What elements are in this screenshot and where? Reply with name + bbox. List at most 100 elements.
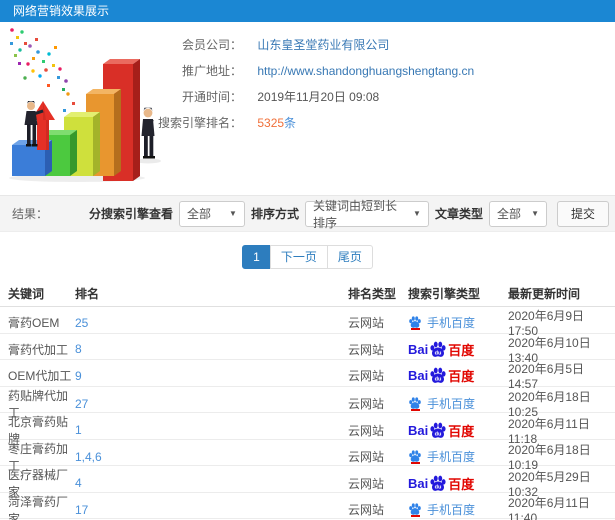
- chevron-down-icon: ▼: [229, 209, 237, 218]
- mobile-baidu-label: 手机百度: [427, 503, 476, 517]
- table-header-row: 关键词 排名 排名类型 搜索引擎类型 最新更新时间: [0, 280, 615, 307]
- submit-button[interactable]: 提交: [556, 200, 609, 227]
- mobile-baidu-paw-icon: [408, 502, 422, 517]
- baidu-logo-cn: 百度: [448, 369, 475, 384]
- updated-cell: 2020年6月5日 14:57: [508, 362, 585, 391]
- mobile-baidu-label: 手机百度: [427, 316, 476, 330]
- rank-type-cell: 云网站: [348, 369, 385, 383]
- engine-cell: 手机百度: [408, 314, 508, 331]
- member-info-section: 会员公司： 山东皇圣堂药业有限公司 推广地址： http://www.shand…: [0, 22, 615, 195]
- last-page-button[interactable]: 尾页: [326, 245, 373, 269]
- mobile-baidu-label: 手机百度: [427, 450, 476, 464]
- engine-cell: Bai du 百度: [408, 474, 508, 493]
- mobile-baidu-paw-icon: [408, 449, 422, 464]
- mobile-baidu-label: 手机百度: [427, 397, 476, 411]
- field-company: 会员公司： 山东皇圣堂药业有限公司: [150, 32, 474, 58]
- table-row: 膏药代加工 8 云网站 Bai du 百度 2020年6月10日 13:40: [0, 334, 615, 365]
- engine-cell: Bai du 百度: [408, 421, 508, 440]
- table-row: 北京膏药贴牌 1 云网站 Bai du 百度 2020年6月11日 11:18: [0, 413, 615, 446]
- mobile-baidu-paw-icon: [408, 315, 422, 330]
- page-1-button[interactable]: 1: [242, 245, 271, 269]
- baidu-logo-cn: 百度: [448, 476, 475, 492]
- col-rank-type: 排名类型: [348, 286, 397, 301]
- keyword-cell: 膏药代加工: [8, 342, 69, 357]
- result-label: 结果：: [12, 207, 49, 221]
- sort-select[interactable]: 关键词由短到长排序 ▼: [304, 199, 429, 230]
- engine-rank-count: 5325: [257, 116, 285, 130]
- rank-link[interactable]: 4: [75, 476, 348, 490]
- open-time-value: 2019年11月20日 09:08: [257, 90, 380, 104]
- rank-link[interactable]: 27: [75, 397, 348, 411]
- engine-cell: 手机百度: [408, 448, 508, 465]
- svg-text:du: du: [435, 350, 442, 356]
- promo-url-link[interactable]: http://www.shandonghuangshengtang.cn: [257, 64, 474, 78]
- baidu-logo-bai: Bai: [408, 422, 429, 438]
- baidu-paw-icon: du: [429, 422, 447, 441]
- article-type-selected: 全部: [496, 207, 521, 221]
- svg-text:du: du: [435, 377, 442, 383]
- rank-link[interactable]: 1: [75, 423, 348, 437]
- engine-view-select[interactable]: 全部 ▼: [178, 200, 245, 227]
- rank-link[interactable]: 9: [75, 369, 348, 383]
- engine-view-selected: 全部: [186, 207, 211, 221]
- keyword-cell: 菏泽膏药厂家: [8, 494, 69, 520]
- baidu-paw-icon: du: [429, 341, 447, 360]
- engine-cell: 手机百度: [408, 395, 508, 412]
- rank-type-cell: 云网站: [348, 476, 385, 491]
- rank-link[interactable]: 1,4,6: [75, 450, 348, 464]
- red-underline: [410, 327, 420, 330]
- field-promo-url: 推广地址： http://www.shandonghuangshengtang.…: [150, 58, 474, 84]
- baidu-paw-icon: du: [429, 475, 447, 494]
- col-keyword: 关键词: [8, 286, 45, 301]
- company-label: 会员公司：: [181, 38, 242, 52]
- updated-cell: 2020年6月11日 11:40: [508, 496, 590, 520]
- article-type-select[interactable]: 全部 ▼: [488, 200, 547, 227]
- page-header: 网络营销效果展示: [0, 0, 615, 22]
- red-underline: [410, 514, 420, 517]
- next-page-button[interactable]: 下一页: [269, 245, 328, 269]
- pagination: 1 下一页 尾页: [0, 232, 615, 280]
- keyword-cell: OEM代加工: [8, 369, 72, 383]
- svg-text:du: du: [435, 484, 442, 490]
- engine-cell: Bai du 百度: [408, 366, 508, 385]
- rank-type-cell: 云网站: [348, 503, 385, 517]
- filter-bar: 结果： 分搜索引擎查看 全部 ▼ 排序方式 关键词由短到长排序 ▼ 文章类型 全…: [0, 195, 615, 232]
- rank-type-cell: 云网站: [348, 423, 385, 438]
- col-rank: 排名: [75, 286, 100, 301]
- article-type-label: 文章类型: [434, 207, 483, 221]
- field-open-time: 开通时间： 2019年11月20日 09:08: [150, 84, 474, 110]
- results-table: 关键词 排名 排名类型 搜索引擎类型 最新更新时间 膏药OEM 25 云网站 手…: [0, 280, 615, 520]
- red-underline: [410, 461, 420, 464]
- rank-type-cell: 云网站: [348, 450, 385, 464]
- baidu-logo-bai: Bai: [408, 341, 429, 357]
- field-engine-rank-count: 搜索引擎排名： 5325条: [150, 110, 474, 136]
- baidu-logo-bai: Bai: [408, 368, 429, 383]
- col-updated: 最新更新时间: [508, 286, 581, 301]
- page-title: 网络营销效果展示: [13, 4, 110, 18]
- mobile-baidu-paw-icon: [408, 396, 422, 411]
- chevron-down-icon: ▼: [413, 209, 421, 218]
- engine-view-label: 分搜索引擎查看: [88, 207, 173, 221]
- company-link[interactable]: 山东皇圣堂药业有限公司: [257, 38, 389, 52]
- keyword-cell: 膏药OEM: [8, 316, 60, 330]
- member-fields: 会员公司： 山东皇圣堂药业有限公司 推广地址： http://www.shand…: [150, 32, 474, 136]
- baidu-paw-icon: du: [429, 367, 447, 386]
- rank-type-cell: 云网站: [348, 342, 385, 357]
- table-row: 药贴牌代加工 27 云网站 手机百度 2020年6月18日 10:25: [0, 387, 615, 420]
- open-time-label: 开通时间：: [181, 90, 242, 104]
- rank-link[interactable]: 17: [75, 503, 348, 517]
- engine-rank-label: 搜索引擎排名：: [157, 116, 242, 130]
- sort-selected: 关键词由短到长排序: [312, 198, 397, 230]
- sort-label: 排序方式: [250, 207, 299, 221]
- rank-type-cell: 云网站: [348, 397, 385, 411]
- red-underline: [410, 408, 420, 411]
- engine-rank-unit: 条: [284, 116, 297, 130]
- engine-cell: Bai du 百度: [408, 340, 508, 359]
- engine-cell: 手机百度: [408, 501, 508, 518]
- rank-link[interactable]: 25: [75, 316, 348, 330]
- table-row: 枣庄膏药加工 1,4,6 云网站 手机百度 2020年6月18日 10:19: [0, 440, 615, 473]
- rank-type-cell: 云网站: [348, 316, 385, 330]
- rank-link[interactable]: 8: [75, 342, 348, 356]
- svg-text:du: du: [435, 431, 442, 437]
- baidu-logo-bai: Bai: [408, 475, 429, 491]
